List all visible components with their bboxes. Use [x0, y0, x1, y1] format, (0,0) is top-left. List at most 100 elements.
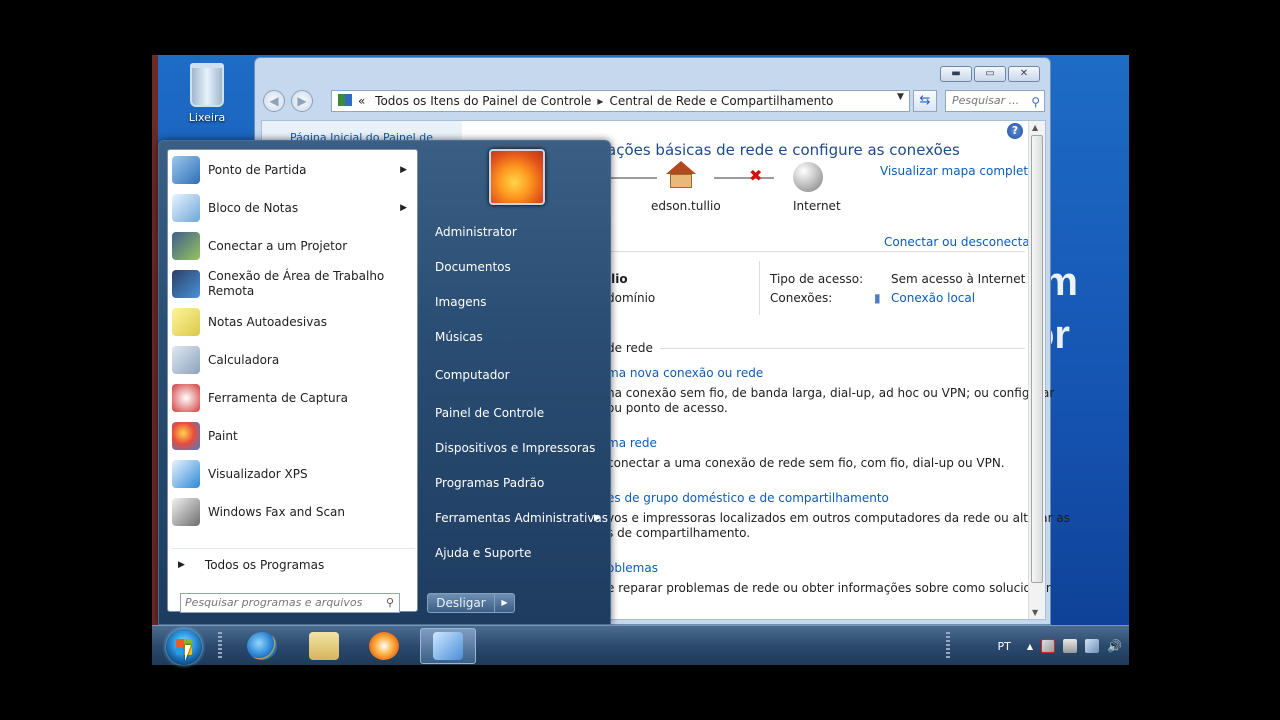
start-item-default-programs[interactable]: Programas Padrão [435, 476, 544, 490]
view-full-map-link[interactable]: Visualizar mapa completo [880, 164, 1035, 178]
maximize-icon[interactable]: ▭ [974, 66, 1006, 82]
start-item-admin-tools[interactable]: Ferramentas Administrativas ▶ [435, 511, 610, 525]
submenu-arrow-icon[interactable]: ▶ [594, 513, 601, 523]
address-toolbar: ◀ ▶ « Todos os Itens do Painel de Contro… [261, 88, 1046, 114]
program-item[interactable]: Bloco de Notas ▶ [172, 190, 415, 226]
taskbar: PT ▲ 🔊 [152, 625, 1129, 665]
program-item[interactable]: Conectar a um Projetor [172, 228, 415, 264]
volume-icon[interactable]: 🔊 [1107, 639, 1122, 653]
program-item[interactable]: Windows Fax and Scan [172, 494, 415, 530]
forward-arrow-icon[interactable]: ▶ [291, 90, 313, 112]
task-description: vos e impressoras localizados em outros … [607, 511, 1071, 525]
search-icon[interactable]: ⚲ [386, 594, 394, 612]
start-item-documents[interactable]: Documentos [435, 260, 511, 274]
internet-explorer-button[interactable] [234, 628, 290, 664]
back-arrow-icon[interactable]: ◀ [263, 90, 285, 112]
scrollbar-thumb[interactable] [1031, 135, 1043, 583]
window-controls: ▬ ▭ ✕ [940, 66, 1040, 82]
breadcrumb-overflow[interactable]: « [358, 94, 365, 108]
program-item[interactable]: Calculadora [172, 342, 415, 378]
usb-device-icon[interactable] [1063, 639, 1077, 653]
program-item[interactable]: Paint [172, 418, 415, 454]
submenu-arrow-icon[interactable]: ▶ [400, 165, 407, 175]
local-connection-link[interactable]: Conexão local [891, 291, 975, 305]
recycle-bin-icon [190, 63, 224, 107]
breadcrumb-item-all-items[interactable]: Todos os Itens do Painel de Controle [375, 94, 591, 108]
control-panel-icon [433, 632, 463, 660]
connections-label: Conexões: [770, 291, 833, 305]
close-icon[interactable]: ✕ [1008, 66, 1040, 82]
start-item-control-panel[interactable]: Painel de Controle [435, 406, 544, 420]
network-map-line [607, 177, 657, 179]
fax-scan-icon [172, 498, 200, 526]
disconnected-x-icon[interactable]: ✖ [749, 166, 762, 185]
start-menu-places-pane: Administrator Documentos Imagens Músicas… [421, 149, 611, 619]
address-bar[interactable]: « Todos os Itens do Painel de Controle ▸ C… [331, 90, 910, 112]
shutdown-options-arrow-icon[interactable]: ▶ [495, 593, 515, 613]
notepad-icon [172, 194, 200, 222]
section-divider [660, 348, 1025, 349]
language-indicator[interactable]: PT [997, 640, 1010, 653]
minimize-icon[interactable]: ▬ [940, 66, 972, 82]
paint-icon [172, 422, 200, 450]
start-button[interactable] [166, 629, 202, 665]
tray-grip[interactable] [946, 632, 950, 660]
mouse-cursor-icon [185, 645, 191, 661]
refresh-icon[interactable]: ⇆ [913, 90, 937, 112]
map-node-internet: Internet [793, 199, 841, 213]
internet-globe-icon [793, 162, 823, 192]
breadcrumb-item-network-center[interactable]: Central de Rede e Compartilhamento [609, 94, 833, 108]
recycle-bin-label: Lixeira [188, 111, 226, 124]
action-center-icon[interactable] [1041, 639, 1055, 653]
shutdown-button[interactable]: Desligar [427, 593, 495, 613]
start-search-input[interactable]: Pesquisar programas e arquivos ⚲ [180, 593, 400, 613]
start-item-help-support[interactable]: Ajuda e Suporte [435, 546, 531, 560]
task-link-connect-network[interactable]: ma rede [607, 436, 657, 450]
start-menu-programs-pane: Ponto de Partida ▶ Bloco de Notas ▶ Conect… [167, 149, 418, 613]
task-description: ou ponto de acesso. [607, 401, 728, 415]
control-panel-icon [338, 94, 352, 106]
search-icon[interactable]: ⚲ [1031, 92, 1040, 112]
network-type: domínio [607, 291, 656, 305]
task-link-homegroup[interactable]: es de grupo doméstico e de compartilhame… [607, 491, 889, 505]
all-programs-button[interactable]: ▶ Todos os Programas [172, 548, 415, 580]
task-description: na conexão sem fio, de banda larga, dial… [607, 386, 1055, 400]
start-item-devices-printers[interactable]: Dispositivos e Impressoras [435, 441, 595, 455]
task-link-troubleshoot[interactable]: oblemas [607, 561, 658, 575]
scroll-up-icon[interactable]: ▲ [1032, 123, 1038, 132]
help-icon[interactable]: ? [1007, 123, 1023, 139]
control-panel-button[interactable] [420, 628, 476, 664]
media-player-icon [369, 632, 399, 660]
program-item[interactable]: Visualizador XPS [172, 456, 415, 492]
task-link-new-connection[interactable]: ma nova conexão ou rede [607, 366, 763, 380]
program-item[interactable]: Ferramenta de Captura [172, 380, 415, 416]
map-node-computer: edson.tullio [651, 199, 721, 213]
system-tray: PT ▲ 🔊 [997, 626, 1122, 666]
network-map-line [714, 177, 774, 179]
scroll-down-icon[interactable]: ▼ [1032, 608, 1038, 617]
task-description: e reparar problemas de rede ou obter inf… [607, 581, 1051, 595]
media-player-button[interactable] [356, 628, 412, 664]
section-divider [607, 251, 1025, 252]
show-hidden-icons-icon[interactable]: ▲ [1027, 642, 1033, 651]
search-input[interactable]: Pesquisar ... ⚲ [945, 90, 1045, 112]
submenu-arrow-icon[interactable]: ▶ [400, 203, 407, 213]
vertical-scrollbar[interactable]: ▲ ▼ [1028, 121, 1045, 619]
network-warning-icon[interactable] [1085, 639, 1099, 653]
user-avatar[interactable] [489, 149, 545, 205]
connect-disconnect-link[interactable]: Conectar ou desconectar [884, 235, 1035, 249]
explorer-button[interactable] [296, 628, 352, 664]
program-item[interactable]: Notas Autoadesivas [172, 304, 415, 340]
program-item[interactable]: Conexão de Área de Trabalho Remota [172, 265, 415, 303]
address-dropdown-icon[interactable]: ▼ [897, 92, 904, 102]
home-network-icon [666, 161, 696, 188]
start-item-computer[interactable]: Computador [435, 368, 510, 382]
start-item-music[interactable]: Músicas [435, 330, 483, 344]
program-item[interactable]: Ponto de Partida ▶ [172, 152, 415, 188]
start-item-administrator[interactable]: Administrator [435, 225, 517, 239]
taskbar-grip[interactable] [218, 632, 222, 660]
column-divider [759, 261, 760, 315]
breadcrumb-separator-icon[interactable]: ▸ [597, 94, 603, 108]
recycle-bin-shortcut[interactable]: Lixeira [182, 63, 232, 124]
start-item-pictures[interactable]: Imagens [435, 295, 486, 309]
